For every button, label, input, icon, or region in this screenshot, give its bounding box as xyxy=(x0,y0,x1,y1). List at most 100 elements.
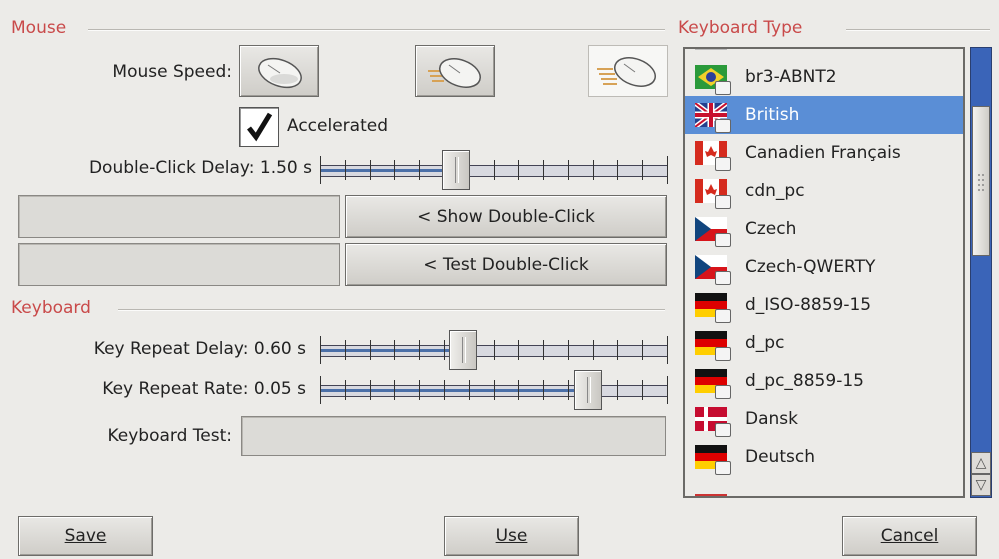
mouse-section-rule xyxy=(88,29,665,31)
grip-icon xyxy=(978,174,984,191)
checkmark-icon xyxy=(247,112,273,142)
keyboard-type-item[interactable]: cdn_pc xyxy=(685,172,963,210)
arrow-down-icon: ▽ xyxy=(975,477,987,493)
slider-tick xyxy=(370,340,371,360)
keyboard-type-item-label: d_pc_8859-15 xyxy=(745,371,864,391)
slider-tick xyxy=(494,380,495,400)
keyboard-type-item[interactable]: Canadien Français xyxy=(685,134,963,172)
save-button[interactable]: Save xyxy=(18,516,153,556)
keyboard-type-item[interactable]: British xyxy=(685,96,963,134)
scroll-up-button[interactable]: △ xyxy=(971,452,991,474)
slider-tick xyxy=(444,340,445,360)
slider-tick xyxy=(469,380,470,400)
slider-tick xyxy=(345,380,346,400)
double-click-indicator-2 xyxy=(18,243,340,286)
mouse-speed-medium-button[interactable] xyxy=(415,45,495,97)
germany-flag-icon xyxy=(695,445,731,475)
arrow-up-icon: △ xyxy=(975,455,987,471)
slider-tick xyxy=(419,380,420,400)
keyboard-test-input[interactable] xyxy=(241,416,666,456)
uk-flag-icon xyxy=(695,103,731,133)
slider-tick xyxy=(419,340,420,360)
slider-tick xyxy=(518,380,519,400)
accelerated-checkbox[interactable] xyxy=(239,107,279,147)
slider-tick xyxy=(345,160,346,180)
slider-tick xyxy=(667,336,668,364)
mouse-speed-label: Mouse Speed: xyxy=(112,62,232,82)
slider-tick xyxy=(543,340,544,360)
keyboard-type-item[interactable]: Deutsch xyxy=(685,438,963,476)
slider-tick xyxy=(320,376,321,404)
keyboard-type-item-label: Canadien Français xyxy=(745,143,901,163)
slider-tick xyxy=(494,340,495,360)
keyboard-type-item[interactable]: Czech-QWERTY xyxy=(685,248,963,286)
double-click-delay-slider[interactable] xyxy=(320,148,668,192)
keyboard-type-item[interactable]: d_pc xyxy=(685,324,963,362)
cancel-button[interactable]: Cancel xyxy=(842,516,977,556)
keyboard-type-item[interactable]: br3-ABNT2 xyxy=(685,58,963,96)
keyboard-type-list[interactable]: br3-ABNT2 British Canadien Français cdn_pc C… xyxy=(683,47,965,498)
key-repeat-rate-label: Key Repeat Rate: 0.05 s xyxy=(102,379,306,399)
keyboard-test-label: Keyboard Test: xyxy=(107,426,232,446)
canada-flag-icon xyxy=(695,141,731,171)
slider-tick xyxy=(370,380,371,400)
key-repeat-delay-label: Key Repeat Delay: 0.60 s xyxy=(93,339,306,359)
slider-tick xyxy=(617,340,618,360)
slider-tick xyxy=(568,340,569,360)
keyboard-type-item-label: British xyxy=(745,105,800,125)
keyboard-type-scrollbar[interactable]: △ ▽ xyxy=(970,47,992,498)
keyboard-type-item[interactable]: d_pc_8859-15 xyxy=(685,362,963,400)
keyboard-section-rule xyxy=(118,309,665,311)
scrollbar-thumb[interactable] xyxy=(972,106,990,256)
slider-tick xyxy=(518,160,519,180)
show-double-click-button[interactable]: < Show Double-Click xyxy=(345,195,667,238)
slider-tick xyxy=(642,160,643,180)
slider-knob[interactable] xyxy=(573,370,602,410)
brazil-flag-icon xyxy=(695,65,731,95)
keyboard-type-item-label: br3-ABNT2 xyxy=(745,67,837,87)
medium-mouse-icon xyxy=(428,58,481,88)
slider-tick xyxy=(370,160,371,180)
keyboard-type-section-title: Keyboard Type xyxy=(678,18,807,38)
mouse-speed-slow-button[interactable] xyxy=(239,45,319,97)
list-item-partial-top xyxy=(685,49,963,57)
test-double-click-button[interactable]: < Test Double-Click xyxy=(345,243,667,286)
slider-tick xyxy=(320,336,321,364)
slider-tick xyxy=(419,160,420,180)
keyboard-type-item-label: Dansk xyxy=(745,409,798,429)
use-button[interactable]: Use xyxy=(444,516,579,556)
keyboard-type-item[interactable]: d_ISO-8859-15 xyxy=(685,286,963,324)
slider-tick xyxy=(593,160,594,180)
accelerated-label: Accelerated xyxy=(287,116,388,136)
keyboard-type-item-label: Czech-QWERTY xyxy=(745,257,876,277)
slider-tick xyxy=(642,380,643,400)
keyboard-type-item[interactable]: Dansk xyxy=(685,400,963,438)
germany-flag-icon xyxy=(695,293,731,323)
canada-flag-icon xyxy=(695,179,731,209)
slider-tick xyxy=(345,340,346,360)
slider-knob[interactable] xyxy=(448,330,477,370)
keyboard-type-item[interactable]: Czech xyxy=(685,210,963,248)
slow-mouse-icon xyxy=(258,57,302,89)
slider-knob[interactable] xyxy=(441,150,470,190)
czech-flag-icon xyxy=(695,255,731,285)
mouse-section-title: Mouse xyxy=(11,18,71,38)
key-repeat-delay-slider[interactable] xyxy=(320,328,668,372)
key-repeat-rate-slider[interactable] xyxy=(320,368,668,412)
list-item-partial-bottom xyxy=(685,487,963,496)
germany-flag-icon xyxy=(695,331,731,361)
double-click-indicator-1 xyxy=(18,195,340,238)
slider-tick xyxy=(394,160,395,180)
slider-fill xyxy=(320,349,463,352)
slider-tick xyxy=(642,340,643,360)
scroll-down-button[interactable]: ▽ xyxy=(971,474,991,496)
slider-tick xyxy=(394,340,395,360)
show-double-click-label: < Show Double-Click xyxy=(417,206,595,227)
slider-tick xyxy=(494,160,495,180)
test-double-click-label: < Test Double-Click xyxy=(423,254,589,275)
keyboard-type-item-label: Czech xyxy=(745,219,797,239)
keyboard-type-item-label: d_ISO-8859-15 xyxy=(745,295,872,315)
keyboard-type-item-label: d_pc xyxy=(745,333,785,353)
cancel-label: Cancel xyxy=(880,526,939,546)
mouse-speed-fast-button[interactable] xyxy=(588,45,668,97)
